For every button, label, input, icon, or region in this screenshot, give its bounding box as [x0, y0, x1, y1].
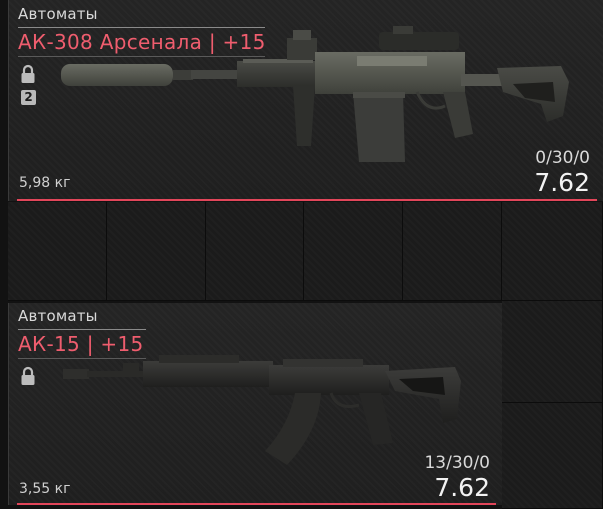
weapon-weight: 5,98 кг: [19, 175, 71, 191]
weapon-caliber: 7.62: [534, 168, 590, 197]
empty-slot[interactable]: [206, 202, 304, 301]
empty-slot[interactable]: [304, 202, 403, 301]
empty-slot[interactable]: [8, 202, 107, 301]
ammo-counter: 0/30/0: [535, 148, 590, 168]
empty-slot[interactable]: [502, 301, 603, 403]
weapon-caliber: 7.62: [434, 473, 490, 502]
card-accent-bar: [17, 503, 496, 505]
mod-count-badge: 2: [21, 90, 36, 105]
weapon-weight: 3,55 кг: [19, 481, 71, 497]
weapon-card-ak15[interactable]: Автоматы АК-15 | +15 3,55 кг 13/30/0 7.6…: [8, 303, 502, 505]
empty-slot[interactable]: [403, 202, 502, 301]
category-divider: [18, 329, 146, 330]
empty-slot[interactable]: [502, 403, 603, 509]
empty-slot[interactable]: [502, 202, 603, 301]
lock-icon: [21, 366, 35, 385]
weapon-category: Автоматы: [18, 307, 98, 325]
weapon-card-ak308[interactable]: Автоматы АК-308 Арсенала | +15 2 5,98 кг…: [8, 0, 603, 201]
weapon-category: Автоматы: [18, 5, 98, 23]
lock-icon: [21, 64, 35, 83]
weapon-image-ak15: [63, 355, 461, 465]
card-accent-bar: [17, 199, 597, 201]
inventory-grid: Автоматы АК-308 Арсенала | +15 2 5,98 кг…: [0, 0, 603, 509]
weapon-image-ak308: [61, 26, 569, 162]
empty-slot[interactable]: [107, 202, 206, 301]
ammo-counter: 13/30/0: [424, 453, 490, 473]
